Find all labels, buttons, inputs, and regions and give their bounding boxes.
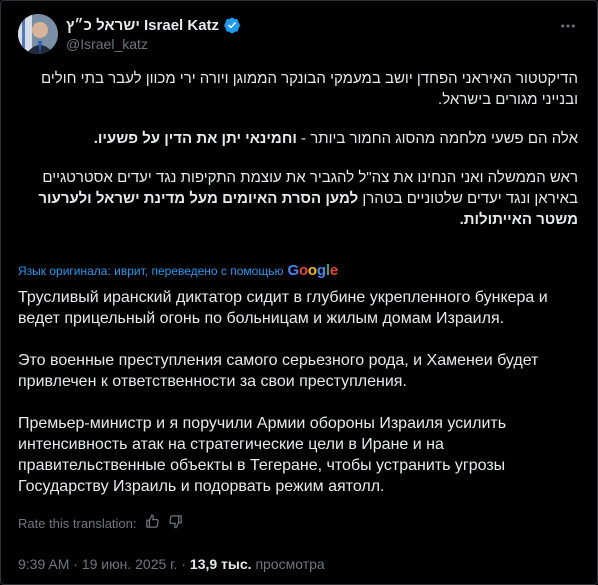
original-text: הדיקטטור האיראני הפחדן יושב במעמקי הבונק… <box>18 68 578 248</box>
view-count: 13,9 тыс. <box>189 556 252 572</box>
translated-text: Трусливый иранский диктатор сидит в глуб… <box>18 287 583 518</box>
google-logo: Google <box>287 262 338 279</box>
thumbs-up-icon[interactable] <box>145 514 160 532</box>
tweet-time[interactable]: 9:39 AM <box>18 556 69 572</box>
view-count-label: просмотра <box>255 556 325 572</box>
translated-paragraph: Премьер-министр и я поручили Армии оборо… <box>18 415 507 495</box>
translated-paragraph: Трусливый иранский диктатор сидит в глуб… <box>18 289 548 327</box>
avatar[interactable] <box>18 14 58 54</box>
original-text-bold: וחמינאי יתן את הדין על פשעיו. <box>93 130 297 147</box>
meta-separator: · <box>73 556 82 572</box>
thumbs-down-icon[interactable] <box>168 514 183 532</box>
meta-separator: · <box>181 556 190 572</box>
original-text-regular: אלה הם פשעי מלחמה מהסוג החמור ביותר - <box>296 130 578 147</box>
translation-attribution-text: Язык оригинала: иврит, переведено с помо… <box>18 263 284 278</box>
rate-translation-label: Rate this translation: <box>18 515 137 531</box>
tweet-meta: 9:39 AM · 19 июн. 2025 г. · 13,9 тыс. пр… <box>18 556 325 572</box>
translated-paragraph: Это военные преступления самого серьезно… <box>18 352 539 390</box>
original-paragraph: ראש הממשלה ואני הנחינו את צה"ל להגביר את… <box>18 167 578 230</box>
original-paragraph: הדיקטטור האיראני הפחדן יושב במעמקי הבונק… <box>41 70 578 108</box>
user-handle[interactable]: @Israel_katz <box>66 36 148 52</box>
tweet-date[interactable]: 19 июн. 2025 г. <box>82 556 178 572</box>
rate-translation: Rate this translation: <box>18 514 183 532</box>
display-name[interactable]: ישראל כ״ץ Israel Katz <box>66 17 219 34</box>
translation-attribution[interactable]: Язык оригинала: иврит, переведено с помо… <box>18 262 338 279</box>
tweet-header: ישראל כ״ץ Israel Katz @Israel_katz <box>18 14 580 56</box>
more-options-icon[interactable] <box>556 14 580 38</box>
verified-badge-icon <box>223 16 241 34</box>
original-paragraph: אלה הם פשעי מלחמה מהסוג החמור ביותר - וח… <box>18 128 578 149</box>
